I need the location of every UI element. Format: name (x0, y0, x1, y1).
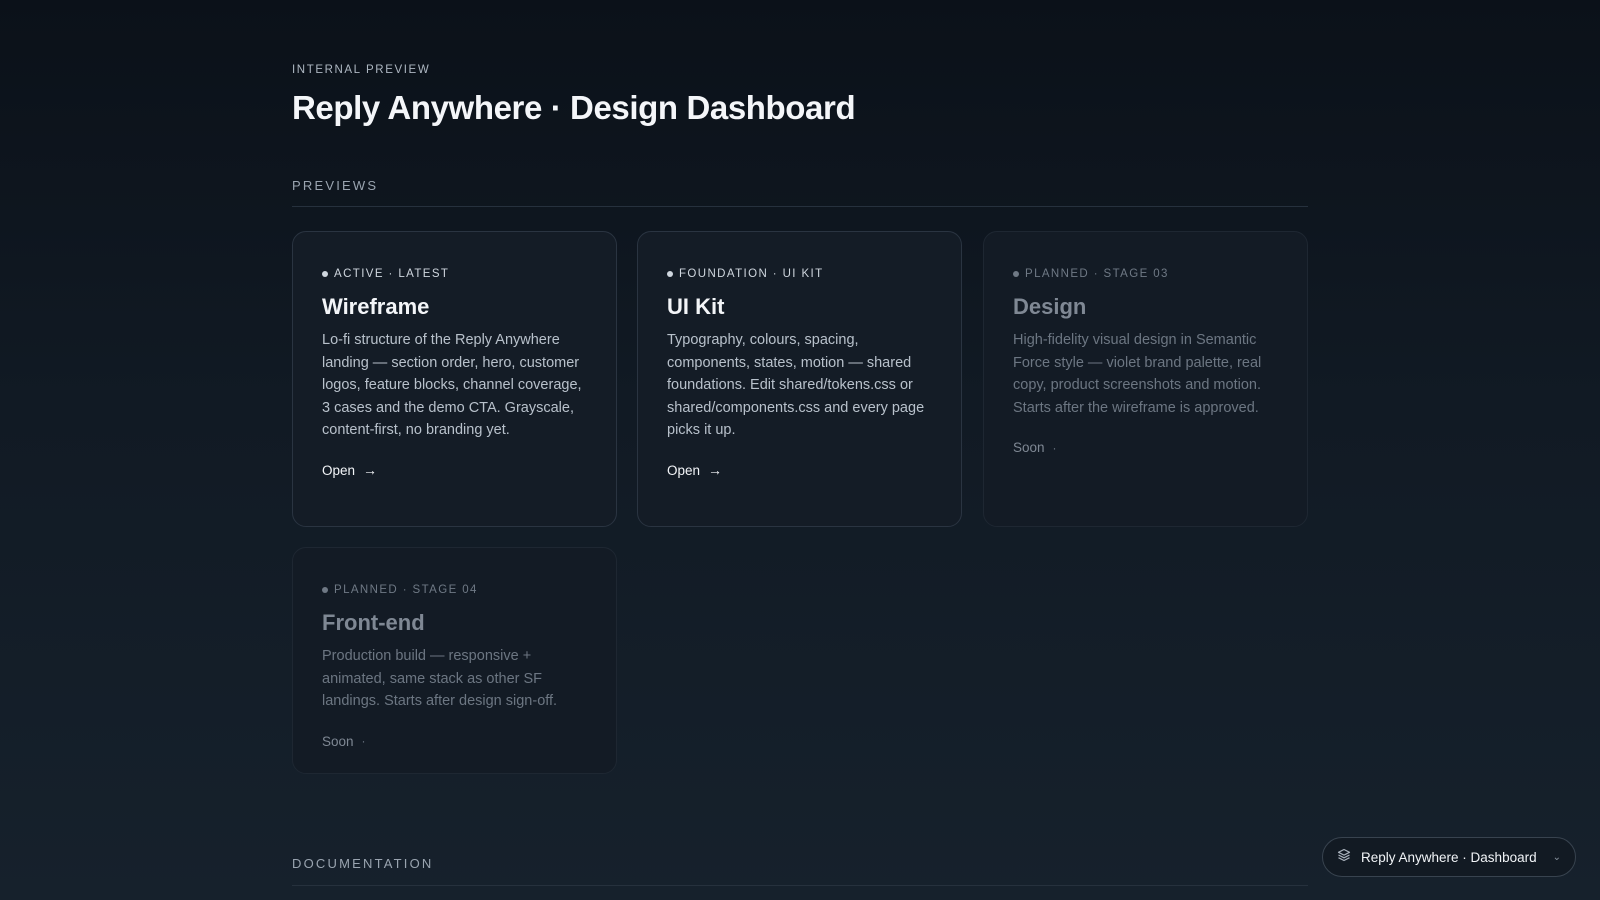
card-tag-label: PLANNED · STAGE 04 (334, 584, 478, 596)
status-dot-icon (322, 271, 328, 277)
switcher-label: Reply Anywhere · Dashboard (1361, 849, 1537, 865)
card-design: PLANNED · STAGE 03 Design High-fidelity … (983, 231, 1308, 527)
card-description: Lo-fi structure of the Reply Anywhere la… (322, 332, 582, 438)
card-description: Production build — responsive + animated… (322, 648, 558, 709)
card-tag: ACTIVE · LATEST (322, 266, 587, 282)
card-title: Design (1013, 294, 1087, 319)
card-ui-kit[interactable]: FOUNDATION · UI KIT UI Kit Typography, c… (637, 231, 962, 527)
card-front-end: PLANNED · STAGE 04 Front-end Production … (292, 547, 617, 774)
card-tag-label: ACTIVE · LATEST (334, 268, 450, 280)
dot-icon: · (361, 734, 366, 748)
card-tag-label: FOUNDATION · UI KIT (679, 268, 824, 280)
card-description: High-fidelity visual design in Semantic … (1013, 332, 1262, 416)
status-dot-icon (667, 271, 673, 277)
card-tag: PLANNED · STAGE 04 (322, 582, 587, 598)
status-dot-icon (1013, 271, 1019, 277)
chevron-down-icon: ⌄ (1552, 851, 1561, 863)
card-title: UI Kit (667, 294, 725, 319)
arrow-right-icon: → (363, 462, 378, 478)
open-link-label: Open (667, 462, 701, 478)
soon-label: Soon · (1013, 440, 1278, 455)
status-dot-icon (322, 587, 328, 593)
section-divider (292, 885, 1308, 886)
card-title: Front-end (322, 610, 425, 635)
open-link[interactable]: Open → (667, 463, 932, 478)
section-divider (292, 206, 1308, 207)
section-label-documentation: DOCUMENTATION (292, 856, 434, 871)
card-wireframe[interactable]: ACTIVE · LATEST Wireframe Lo-fi structur… (292, 231, 617, 527)
page-title: Reply Anywhere · Design Dashboard (292, 89, 856, 126)
eyebrow-label: INTERNAL PREVIEW (292, 64, 431, 76)
card-tag: PLANNED · STAGE 03 (1013, 266, 1278, 282)
card-description: Typography, colours, spacing, components… (667, 332, 925, 438)
open-link[interactable]: Open → (322, 463, 587, 478)
card-tag: FOUNDATION · UI KIT (667, 266, 932, 282)
soon-text: Soon (322, 733, 354, 749)
arrow-right-icon: → (708, 462, 723, 478)
dashboard-switcher[interactable]: Reply Anywhere · Dashboard ⌄ (1322, 837, 1576, 877)
card-title: Wireframe (322, 294, 430, 319)
soon-label: Soon · (322, 734, 587, 749)
section-label-previews: PREVIEWS (292, 178, 379, 193)
soon-text: Soon (1013, 440, 1045, 455)
card-tag-label: PLANNED · STAGE 03 (1025, 268, 1169, 280)
layers-icon (1337, 848, 1351, 867)
dot-icon: · (1052, 440, 1057, 455)
open-link-label: Open (322, 462, 356, 478)
